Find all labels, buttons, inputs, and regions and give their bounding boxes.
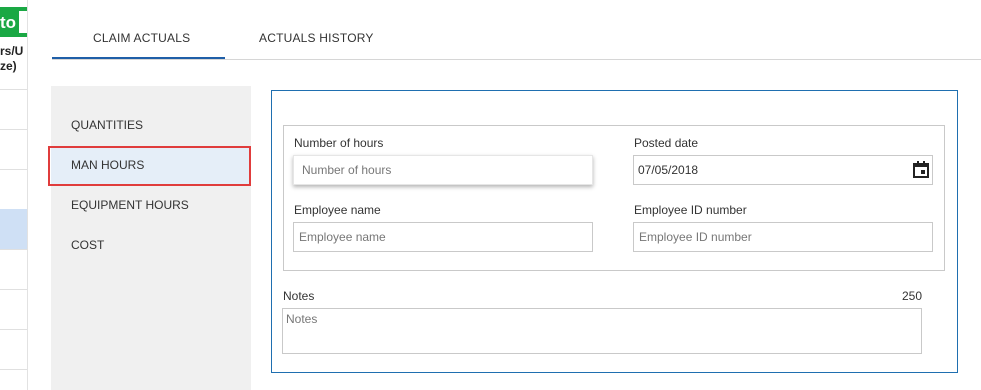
employee-name-label: Employee name <box>294 203 381 217</box>
notes-char-limit: 250 <box>902 289 923 303</box>
sidebar-item-quantities[interactable]: QUANTITIES <box>51 106 251 144</box>
tabs-divider <box>52 59 981 60</box>
background-row-divider <box>0 249 27 250</box>
calendar-icon[interactable] <box>911 158 931 180</box>
sidebar: QUANTITIES MAN HOURS EQUIPMENT HOURS COS… <box>51 86 251 390</box>
background-row-divider <box>0 129 27 130</box>
background-button-box <box>19 11 27 33</box>
employee-name-input[interactable]: Employee name <box>293 222 593 252</box>
background-button-text: to <box>0 13 17 32</box>
background-row-divider <box>0 329 27 330</box>
hours-label: Number of hours <box>294 136 384 150</box>
background-column-header: rs/U ze) <box>0 44 24 73</box>
posted-date-label: Posted date <box>634 136 699 150</box>
selection-highlight <box>48 146 251 186</box>
background-row-divider <box>0 289 27 290</box>
tab-actuals-history[interactable]: ACTUALS HISTORY <box>259 31 374 45</box>
employee-id-input[interactable]: Employee ID number <box>633 222 933 252</box>
hours-input[interactable]: Number of hours <box>293 155 593 185</box>
notes-textarea[interactable]: Notes <box>282 308 922 354</box>
sidebar-item-equipment-hours[interactable]: EQUIPMENT HOURS <box>51 186 251 224</box>
posted-date-input[interactable]: 07/05/2018 <box>633 155 933 185</box>
notes-label: Notes <box>283 289 315 303</box>
background-row-divider <box>0 369 27 370</box>
sidebar-item-cost[interactable]: COST <box>51 226 251 264</box>
employee-id-label: Employee ID number <box>634 203 747 217</box>
tab-claim-actuals[interactable]: CLAIM ACTUALS <box>93 31 190 45</box>
background-selected-row <box>0 209 27 249</box>
background-page-strip: to rs/U ze) <box>0 0 28 390</box>
background-row-divider <box>0 89 27 90</box>
background-row-divider <box>0 169 27 170</box>
